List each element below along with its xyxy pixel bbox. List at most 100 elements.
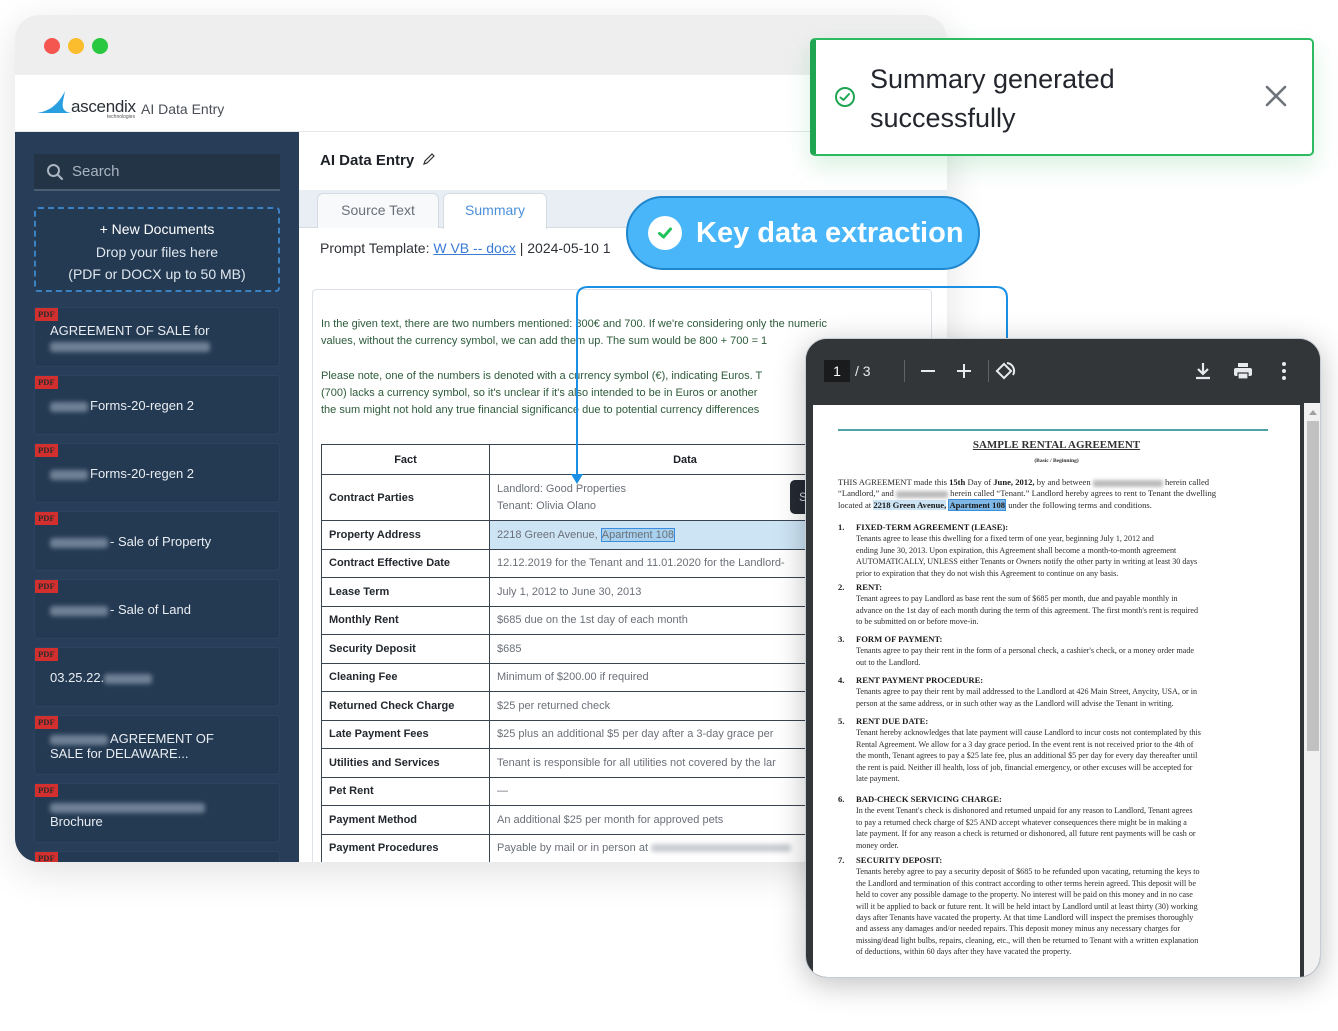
close-window-button[interactable] xyxy=(44,38,60,54)
table-row[interactable]: Returned Check Charge $25 per returned ch… xyxy=(321,691,881,721)
pdf-badge: PDF xyxy=(35,580,58,594)
table-row[interactable]: Payment Procedures Payable by mail or in … xyxy=(321,833,881,862)
logo-subtext: technologies xyxy=(107,114,136,120)
pdf-section-heading: 1. FIXED-TERM AGREEMENT (LEASE): xyxy=(838,522,1009,532)
zoom-in-icon[interactable] xyxy=(952,359,976,383)
prompt-separator: | xyxy=(519,240,524,256)
document-item[interactable]: PDFG Brochure xyxy=(34,783,280,843)
table-row[interactable]: Cleaning Fee Minimum of $200.00 if requir… xyxy=(321,662,881,692)
pdf-section-line: Tenants hereby agree to pay a security d… xyxy=(856,867,1200,877)
pdf-badge: PDF xyxy=(35,716,58,730)
pdf-scrollbar[interactable] xyxy=(1304,403,1321,977)
highlighted-address: 2218 Green Avenue, xyxy=(873,499,947,510)
page-title: AI Data Entry xyxy=(320,152,436,169)
pdf-section-line: will it be applied to back or future ren… xyxy=(856,901,1198,911)
pdf-section-line: money order. xyxy=(856,840,899,850)
pdf-section-line: to be submitted on or before move-in. xyxy=(856,617,979,627)
check-circle-icon xyxy=(835,87,855,107)
pdf-section: 3. FORM OF PAYMENT: Tenants agree to pay t… xyxy=(838,634,1278,668)
toolbar-divider xyxy=(904,360,905,382)
fact-cell: Security Deposit xyxy=(321,634,490,664)
tab-summary[interactable]: Summary xyxy=(443,193,547,229)
scrollbar-thumb[interactable] xyxy=(1307,421,1319,751)
success-toast: Summary generated successfully xyxy=(810,38,1314,156)
prompt-template-link[interactable]: W VB -- docx xyxy=(433,240,515,256)
pdf-section-line: In the event Tenant's check is dishonore… xyxy=(856,806,1193,816)
pdf-badge: PDF xyxy=(35,784,58,798)
document-item[interactable]: PDFG xyxy=(34,851,280,862)
search-input[interactable]: Search xyxy=(34,154,280,191)
pdf-section-line: late payment. If for any reason a check … xyxy=(856,829,1196,839)
pdf-section-line: Tenants agree to pay their rent by mail … xyxy=(856,687,1198,697)
document-item[interactable]: PDF Forms-20-regen 2 xyxy=(34,443,280,503)
minimize-window-button[interactable] xyxy=(68,38,84,54)
highlighted-text: Apartment 108 xyxy=(600,527,675,542)
fact-cell: Returned Check Charge xyxy=(321,691,490,721)
document-title: - Sale of Land xyxy=(50,602,270,617)
page-number-input[interactable]: 1 xyxy=(824,360,850,382)
tab-source-text[interactable]: Source Text xyxy=(317,193,439,228)
fact-cell: Contract Effective Date xyxy=(321,548,490,578)
table-row[interactable]: Pet Rent — xyxy=(321,776,881,806)
pdf-section: 2. RENT: Tenant agrees to pay Landlord as … xyxy=(838,582,1278,628)
document-title: 03.25.22. xyxy=(50,670,270,685)
maximize-window-button[interactable] xyxy=(92,38,108,54)
table-row[interactable]: Utilities and Services Tenant is responsi… xyxy=(321,748,881,778)
document-item[interactable]: PDFG - Sale of Property xyxy=(34,511,280,571)
more-options-icon[interactable] xyxy=(1272,359,1296,383)
print-icon[interactable] xyxy=(1231,359,1255,383)
pdf-section-line: the rent is paid. Neither ill health, lo… xyxy=(856,762,1193,772)
document-item[interactable]: PDFG AGREEMENT OF SALE for DELAWARE... xyxy=(34,715,280,775)
pdf-section-heading: 5. RENT DUE DATE: xyxy=(838,716,929,726)
scroll-up-icon[interactable] xyxy=(1304,406,1321,418)
pdf-title: SAMPLE RENTAL AGREEMENT xyxy=(972,439,1141,451)
document-title: Forms-20-regen 2 xyxy=(50,398,270,413)
pdf-section: 7. SECURITY DEPOSIT: Tenants hereby agree … xyxy=(838,855,1278,958)
table-row[interactable]: Security Deposit $685 xyxy=(321,634,881,664)
pdf-section-line: the Landlord and termination of this con… xyxy=(856,878,1196,888)
table-row[interactable]: Lease Term July 1, 2012 to June 30, 2013 xyxy=(321,577,881,607)
zoom-out-icon[interactable] xyxy=(916,359,940,383)
ascendix-logo[interactable]: ascendix technologies xyxy=(37,89,136,121)
table-row[interactable]: Monthly Rent $685 due on the 1st day of e… xyxy=(321,605,881,635)
window-titlebar xyxy=(15,15,947,75)
document-item[interactable]: PDF AGREEMENT OF SALE for xyxy=(34,307,280,367)
prompt-label: Prompt Template: xyxy=(320,240,430,256)
rotate-icon[interactable] xyxy=(994,359,1018,383)
pdf-section-heading: 4. RENT PAYMENT PROCEDURE: xyxy=(838,675,984,685)
pdf-badge: PDF xyxy=(35,512,58,526)
pdf-badge: PDF xyxy=(35,376,58,390)
pdf-section-heading: 7. SECURITY DEPOSIT: xyxy=(838,855,943,865)
pdf-section-line: AUTOMATICALLY, UNLESS either Tenants or … xyxy=(856,557,1198,567)
table-row[interactable]: Payment Method An additional $25 per mont… xyxy=(321,805,881,835)
pdf-viewer: 1 / 3 SAMPLE RENTAL AGREEMENT (Basic / B… xyxy=(805,338,1321,978)
close-icon[interactable] xyxy=(1262,82,1290,110)
prompt-date: 2024-05-10 1 xyxy=(527,240,611,256)
pdf-section: 4. RENT PAYMENT PROCEDURE: Tenants agree t… xyxy=(838,675,1278,709)
pdf-section-line: days after Tenants have vacated the prop… xyxy=(856,913,1194,923)
document-item[interactable]: PDFG - Sale of Land xyxy=(34,579,280,639)
edit-pencil-icon[interactable] xyxy=(422,152,436,166)
key-data-extraction-callout: Key data extraction xyxy=(626,196,980,270)
check-circle-icon xyxy=(648,216,682,250)
pdf-section-line: prior to expiration that they do not wis… xyxy=(856,568,1119,578)
fact-cell: Monthly Rent xyxy=(321,605,490,635)
dropzone-hint: Drop your files here xyxy=(95,243,219,260)
pdf-badge: PDF xyxy=(35,852,58,862)
pdf-section-line: out to the Landlord. xyxy=(856,657,921,667)
table-row[interactable]: Property Address 2218 Green Avenue, Apar… xyxy=(321,520,881,550)
document-title: - Sale of Property xyxy=(50,534,270,549)
download-icon[interactable] xyxy=(1191,359,1215,383)
document-title: AGREEMENT OF SALE for xyxy=(50,323,270,353)
pdf-section-line: Tenants agree to pay their rent in the f… xyxy=(856,646,1194,656)
search-icon xyxy=(47,163,64,180)
pdf-section-line: advance on the 1st day of each month dur… xyxy=(856,605,1199,615)
pdf-section: 1. FIXED-TERM AGREEMENT (LEASE): Tenants a… xyxy=(838,522,1278,579)
file-dropzone[interactable]: + New Documents Drop your files here (PD… xyxy=(34,207,280,292)
page-rule xyxy=(838,429,1268,431)
table-row[interactable]: Late Payment Fees $25 plus an additional … xyxy=(321,719,881,749)
document-item[interactable]: PDFG 03.25.22. xyxy=(34,647,280,707)
pdf-section-heading: 6. BAD-CHECK SERVICING CHARGE: xyxy=(838,794,1002,804)
table-row[interactable]: Contract Effective Date 12.12.2019 for th… xyxy=(321,548,881,578)
document-item[interactable]: PDF Forms-20-regen 2 xyxy=(34,375,280,435)
